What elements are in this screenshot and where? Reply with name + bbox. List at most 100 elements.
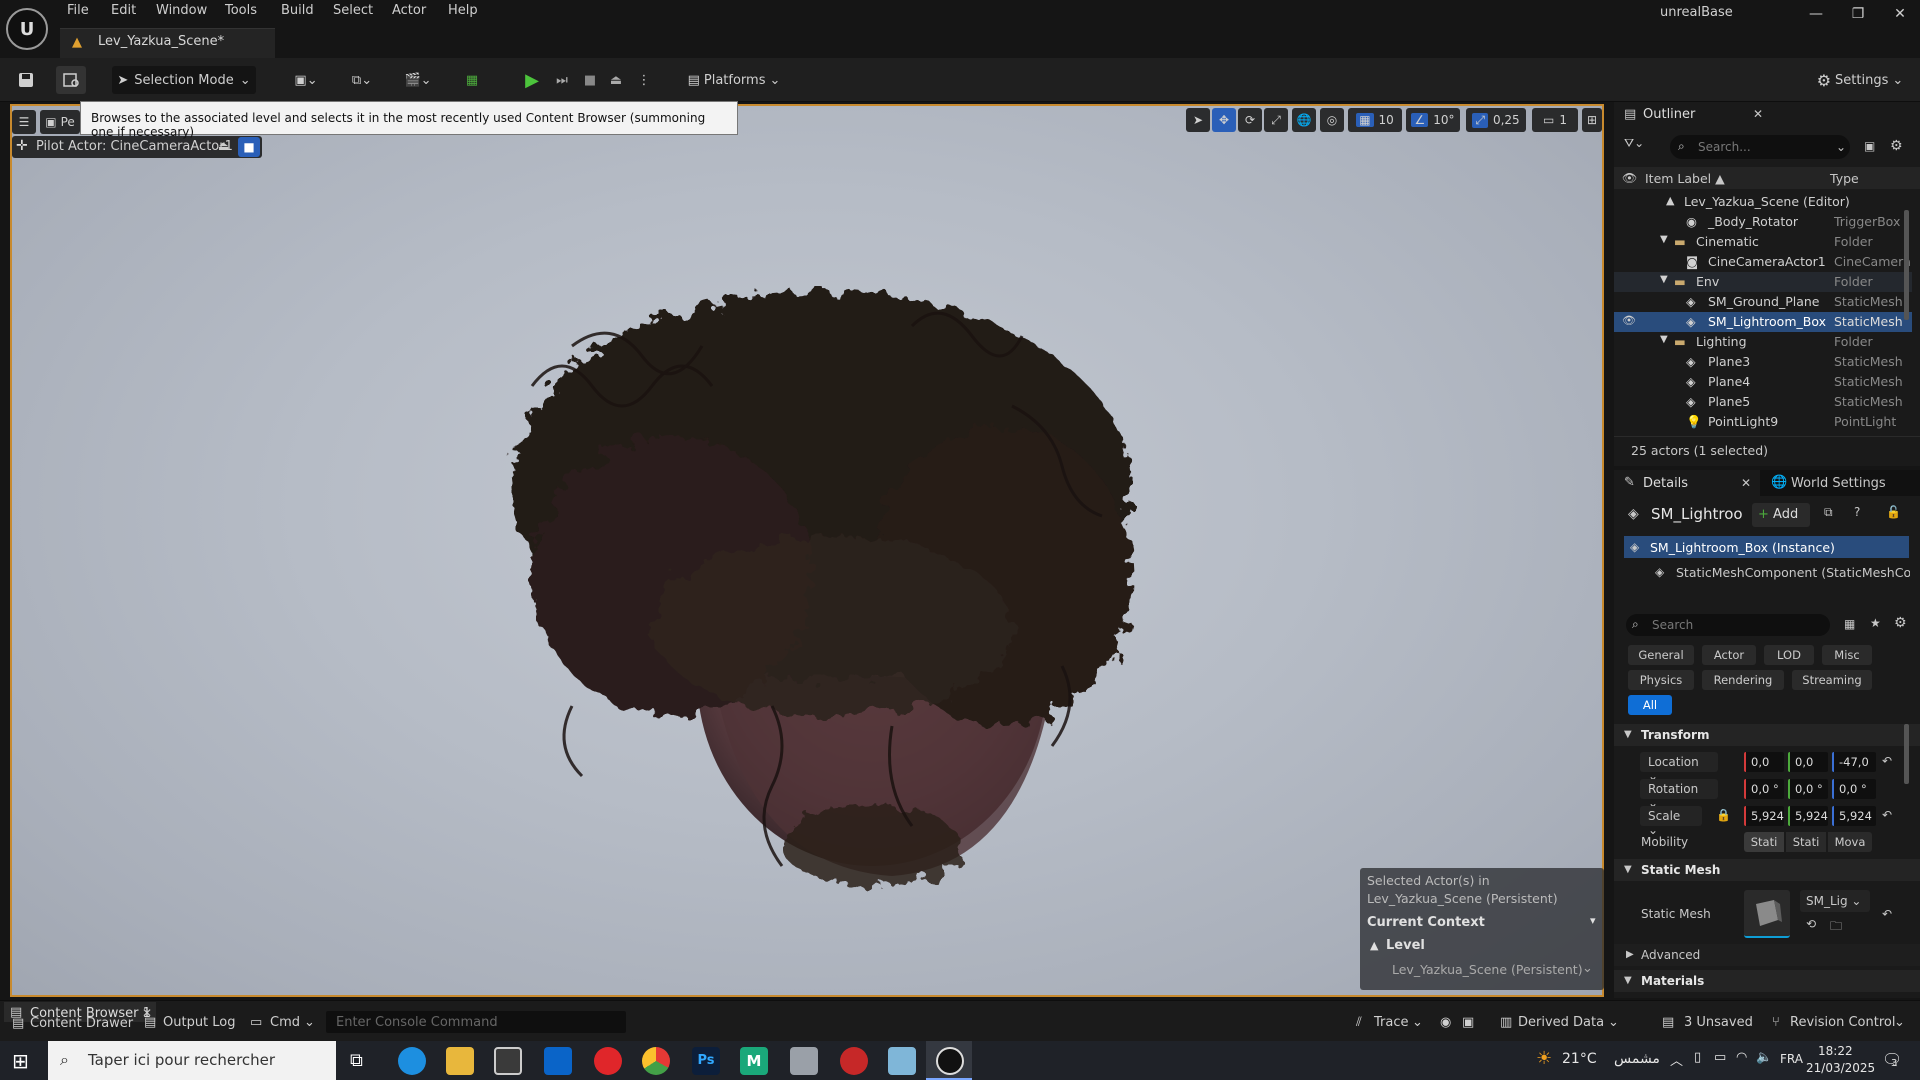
location-x-field[interactable]: 0,0 (1744, 752, 1784, 772)
more-options-icon[interactable]: ⋮ (636, 66, 652, 94)
windows-start-icon[interactable]: ⊞ (12, 1049, 29, 1073)
device-icon[interactable]: ▯ (1694, 1050, 1701, 1065)
outliner-scrollbar[interactable] (1904, 210, 1909, 320)
collapse-arrow-icon[interactable]: ▼ (1624, 864, 1632, 875)
expand-arrow-icon[interactable]: ▼ (1660, 274, 1668, 285)
minimize-icon[interactable]: — (1808, 6, 1824, 22)
level-value[interactable]: Lev_Yazkua_Scene (Persistent) (1392, 962, 1583, 977)
outliner-row-pointlight9[interactable]: 💡 PointLight9 PointLight (1614, 412, 1912, 432)
menu-actor[interactable]: Actor (392, 3, 426, 18)
rotation-y-field[interactable]: 0,0 ° (1788, 779, 1828, 799)
outlook-icon[interactable] (544, 1047, 572, 1075)
grid-snap-toggle[interactable]: ▦ 10 (1348, 108, 1402, 132)
scale-snap-toggle[interactable]: ⤢ 0,25 (1466, 108, 1526, 132)
rotate-tool-icon[interactable]: ⟳ (1238, 108, 1262, 132)
outliner-row-body-rotator[interactable]: ◉ _Body_Rotator TriggerBox (1614, 212, 1912, 232)
level-viewport[interactable] (10, 104, 1604, 997)
menu-file[interactable]: File (67, 3, 89, 18)
mobility-static-button[interactable]: Stati (1744, 832, 1784, 852)
location-y-field[interactable]: 0,0 (1788, 752, 1828, 772)
chevron-down-icon[interactable]: ⌄ (1412, 1015, 1423, 1030)
language-indicator[interactable]: FRA (1780, 1052, 1803, 1066)
outliner-row-lightroom-box[interactable]: 👁 ◈ SM_Lightroom_Box StaticMesh (1614, 312, 1912, 332)
outliner-row-ground-plane[interactable]: ◈ SM_Ground_Plane StaticMesh (1614, 292, 1912, 312)
menu-window[interactable]: Window (156, 3, 207, 18)
expand-arrow-icon[interactable]: ▶ (1626, 949, 1634, 960)
step-icon[interactable]: ⏭ (550, 66, 574, 94)
stop-icon[interactable]: ■ (578, 66, 602, 94)
browse-to-level-icon[interactable] (56, 66, 86, 94)
save-icon[interactable] (12, 66, 40, 94)
category-streaming[interactable]: Streaming (1792, 670, 1872, 690)
clock-time[interactable]: 18:22 (1818, 1044, 1853, 1058)
chevron-up-icon[interactable]: ︿ (1670, 1050, 1683, 1069)
add-component-button[interactable]: + Add (1752, 503, 1810, 527)
expand-arrow-icon[interactable]: ▼ (1660, 334, 1668, 345)
wifi-icon[interactable]: ◠ (1736, 1050, 1747, 1065)
lock-icon[interactable]: 🔓 (1886, 505, 1901, 519)
outliner-row-level[interactable]: ▲ Lev_Yazkua_Scene (Editor) (1614, 192, 1912, 212)
location-dropdown[interactable]: Location ⌄ (1640, 752, 1718, 783)
unreal-logo-icon[interactable]: U (6, 8, 48, 50)
category-general[interactable]: General (1628, 645, 1694, 665)
scale-dropdown[interactable]: Scale ⌄ (1640, 806, 1702, 837)
visibility-eye-icon[interactable]: 👁 (1622, 314, 1636, 327)
chevron-down-icon[interactable]: ⌄ (1894, 1015, 1905, 1030)
location-z-field[interactable]: -47,0 (1832, 752, 1876, 772)
outliner-row-cinecamera[interactable]: ◙ CineCameraActor1 CineCamera (1614, 252, 1912, 272)
static-mesh-asset-dropdown[interactable]: SM_Lig ⌄ (1800, 890, 1870, 912)
weather-temp[interactable]: 21°C (1562, 1051, 1597, 1067)
platforms-dropdown[interactable]: ▤ Platforms ⌄ (684, 66, 784, 94)
blueprint-icon[interactable]: ⧉⌄ (342, 66, 382, 94)
derived-data-button[interactable]: Derived Data (1518, 1015, 1604, 1030)
category-physics[interactable]: Physics (1628, 670, 1694, 690)
battery-icon[interactable]: ▭ (1714, 1050, 1726, 1065)
expand-arrow-icon[interactable]: ▼ (1660, 234, 1668, 245)
category-misc[interactable]: Misc (1822, 645, 1872, 665)
translate-tool-icon[interactable]: ✥ (1212, 108, 1236, 132)
task-view-icon[interactable]: ⧉ (350, 1050, 363, 1071)
actor-name-field[interactable]: SM_Lightroo (1651, 505, 1743, 523)
surface-snap-icon[interactable]: ◎ (1320, 108, 1344, 132)
trace-dropdown[interactable]: Trace (1374, 1015, 1409, 1030)
output-log-button[interactable]: Output Log (163, 1015, 236, 1030)
lock-icon[interactable]: 🔒 (1716, 808, 1731, 822)
screenshot-icon[interactable]: ▣ (1462, 1015, 1474, 1030)
cinematics-icon[interactable]: 🎬⌄ (398, 66, 438, 94)
browse-folder-icon[interactable]: 🗀 (1830, 917, 1842, 938)
category-rendering[interactable]: Rendering (1702, 670, 1784, 690)
photoshop-icon[interactable]: Ps (692, 1047, 720, 1075)
add-folder-icon[interactable]: ▣ (1864, 139, 1875, 153)
select-tool-icon[interactable]: ➤ (1186, 108, 1210, 132)
cmd-dropdown[interactable]: Cmd (270, 1015, 300, 1030)
star-icon[interactable]: ★ (1870, 616, 1881, 630)
outliner-row-plane5[interactable]: ◈ Plane5 StaticMesh (1614, 392, 1912, 412)
outliner-row-env[interactable]: ▼ ▬ Env Folder (1614, 272, 1912, 292)
rotation-x-field[interactable]: 0,0 ° (1744, 779, 1784, 799)
outliner-row-plane4[interactable]: ◈ Plane4 StaticMesh (1614, 372, 1912, 392)
chrome-icon[interactable] (642, 1047, 670, 1075)
play-icon[interactable]: ▶ (520, 66, 544, 94)
volume-icon[interactable]: 🔈 (1756, 1050, 1772, 1065)
scale-z-field[interactable]: 5,924 (1832, 806, 1876, 826)
table-view-icon[interactable]: ▦ (1844, 617, 1855, 631)
mobility-stationary-button[interactable]: Stati (1786, 832, 1826, 852)
camera-speed-button[interactable]: ▭ 1 (1532, 108, 1578, 132)
close-icon[interactable]: ✕ (1753, 107, 1763, 121)
mesh-thumbnail[interactable] (1744, 890, 1790, 938)
outliner-row-plane3[interactable]: ◈ Plane3 StaticMesh (1614, 352, 1912, 372)
help-icon[interactable]: ? (1854, 505, 1860, 519)
camera-lock-icon[interactable]: ■ (238, 137, 260, 157)
category-all[interactable]: All (1628, 695, 1672, 715)
menu-tools[interactable]: Tools (225, 3, 257, 18)
item-label-header[interactable]: Item Label ▲ (1645, 171, 1725, 186)
use-selected-icon[interactable]: ⟲ (1806, 917, 1816, 931)
component-label[interactable]: StaticMeshComponent (StaticMeshComp (1676, 565, 1910, 580)
mobility-movable-button[interactable]: Mova (1828, 832, 1872, 852)
record-icon[interactable]: ◉ (1440, 1015, 1451, 1030)
chevron-down-icon[interactable]: ⌄ (304, 1015, 315, 1030)
rotation-dropdown[interactable]: Rotation ⌄ (1640, 779, 1718, 810)
close-icon[interactable]: ✕ (1892, 6, 1908, 22)
outliner-row-lighting[interactable]: ▼ ▬ Lighting Folder (1614, 332, 1912, 352)
settings-dropdown[interactable]: ⚙ Settings ⌄ (1812, 66, 1908, 94)
